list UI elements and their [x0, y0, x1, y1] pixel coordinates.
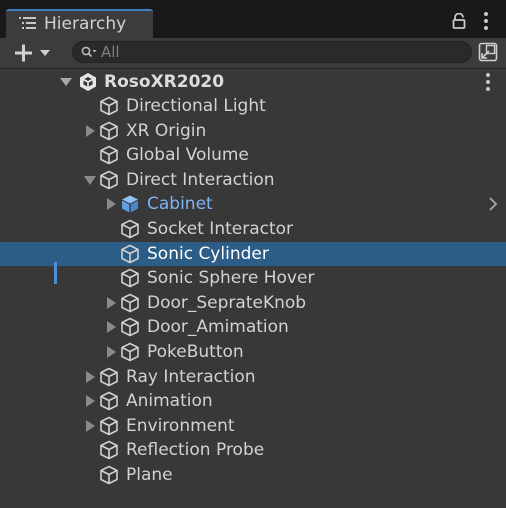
unity-logo-icon [80, 73, 96, 91]
search-icon [81, 46, 97, 58]
tree-row[interactable]: Environment [0, 414, 506, 438]
collapsed-arrow-icon[interactable] [105, 296, 117, 309]
collapsed-arrow-icon[interactable] [105, 346, 117, 358]
expanded-arrow-icon[interactable] [60, 76, 72, 88]
tree-root-label: RosoXR2020 [104, 72, 225, 92]
tree-row-label: XR Origin [126, 120, 207, 141]
caret-down-icon [40, 50, 50, 56]
tree-row[interactable]: Animation [0, 389, 506, 413]
prefab-cube-icon [122, 195, 138, 213]
chevron-right-icon[interactable] [487, 197, 499, 212]
search-field[interactable] [72, 41, 472, 63]
tree-row[interactable]: XR Origin [0, 119, 506, 143]
list-icon [19, 17, 36, 29]
tree-row[interactable]: Sonic Sphere Hover [0, 266, 506, 290]
kebab-menu-icon[interactable] [483, 12, 489, 30]
tab-label: Hierarchy [44, 14, 127, 34]
tree-row-label: Environment [126, 415, 235, 436]
tree-row-label: Cabinet [147, 194, 213, 215]
gameobject-cube-icon [100, 121, 118, 140]
toolbar [0, 38, 506, 69]
collapsed-arrow-icon[interactable] [84, 124, 96, 137]
tree-row[interactable]: Sonic Cylinder [0, 241, 506, 266]
tree-row-label: Door_SeprateKnob [147, 292, 307, 313]
gameobject-cube-icon [121, 342, 139, 362]
hierarchy-window: Hierarchy All RosoXR2020 Directional Lig… [0, 0, 506, 508]
collapsed-arrow-icon[interactable] [84, 419, 96, 432]
tab-hierarchy[interactable]: Hierarchy [6, 9, 153, 38]
gameobject-cube-icon [121, 244, 139, 263]
tree-row-label: Socket Interactor [147, 219, 294, 239]
collapsed-arrow-icon[interactable] [105, 321, 117, 334]
tree-row[interactable]: Socket Interactor [0, 217, 506, 241]
tree-row[interactable]: Door_SeprateKnob [0, 291, 506, 315]
gameobject-cube-icon [121, 293, 139, 313]
lock-icon[interactable] [452, 13, 466, 29]
drop-indicator [54, 262, 57, 284]
tree-row[interactable]: Plane [0, 463, 506, 487]
gameobject-cube-icon [121, 219, 139, 239]
tree-row-label: Sonic Sphere Hover [147, 268, 315, 289]
tree-row[interactable]: Reflection Probe [0, 438, 506, 462]
tab-strip: Hierarchy [0, 0, 506, 38]
gameobject-cube-icon [100, 441, 118, 460]
tree-row-label: Ray Interaction [126, 366, 256, 387]
expanded-arrow-icon[interactable] [84, 174, 96, 186]
gameobject-cube-icon [100, 170, 118, 190]
tree-row-label: Reflection Probe [126, 440, 265, 461]
gameobject-cube-icon [121, 318, 139, 337]
gameobject-cube-icon [121, 268, 139, 288]
add-button[interactable] [12, 42, 56, 64]
tree-row-label: Animation [126, 391, 213, 412]
tree-root-row[interactable]: RosoXR2020 [0, 70, 506, 94]
collapsed-arrow-icon[interactable] [105, 198, 117, 211]
collapsed-arrow-icon[interactable] [84, 370, 96, 383]
tree-row[interactable]: Global Volume [0, 143, 506, 167]
tree-row[interactable]: Door_Amimation [0, 315, 506, 339]
tree-row[interactable]: Direct Interaction [0, 168, 506, 192]
tree-row-label: Directional Light [126, 96, 266, 116]
tree-row-label: Door_Amimation [147, 317, 289, 338]
gameobject-cube-icon [100, 96, 118, 116]
tree-row-label: Sonic Cylinder [147, 243, 269, 264]
tree-row[interactable]: Directional Light [0, 94, 506, 118]
gameobject-cube-icon [100, 416, 118, 436]
root-menu-icon[interactable] [485, 73, 491, 91]
tree-row[interactable]: Cabinet [0, 192, 506, 216]
tree-row[interactable]: PokeButton [0, 340, 506, 364]
gameobject-cube-icon [100, 367, 118, 386]
tree-row-label: Plane [126, 465, 173, 485]
search-input[interactable] [101, 42, 461, 62]
gameobject-cube-icon [100, 145, 118, 165]
gameobject-cube-icon [100, 391, 118, 411]
scene-visibility-icon[interactable] [478, 42, 498, 62]
collapsed-arrow-icon[interactable] [84, 395, 96, 408]
tree-row[interactable]: Ray Interaction [0, 365, 506, 389]
hierarchy-tree: RosoXR2020 Directional Light XR Origin Glo… [0, 69, 506, 508]
tree-row-label: PokeButton [147, 342, 244, 362]
tree-row-label: Direct Interaction [126, 169, 275, 190]
gameobject-cube-icon [100, 465, 118, 485]
tree-row-label: Global Volume [126, 145, 249, 166]
